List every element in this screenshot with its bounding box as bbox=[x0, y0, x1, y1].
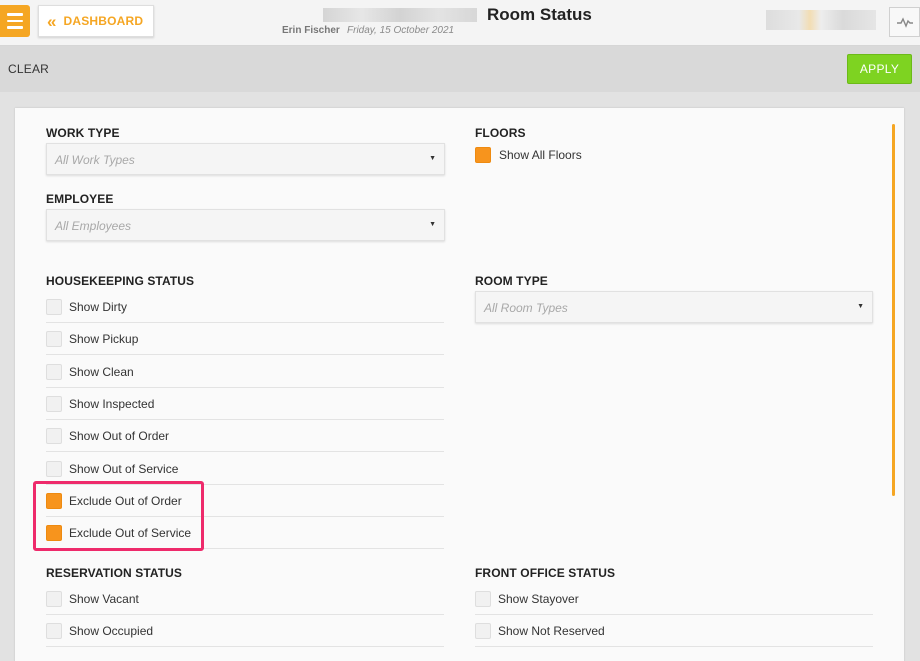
employee-value: All Employees bbox=[55, 219, 132, 233]
page-title: Room Status bbox=[487, 5, 592, 24]
checkbox-label: Show Inspected bbox=[69, 396, 155, 411]
work-type-value: All Work Types bbox=[55, 153, 135, 167]
checkbox-label: Show Not Reserved bbox=[498, 624, 605, 639]
checkbox-checked-icon bbox=[475, 147, 491, 163]
room-type-label: ROOM TYPE bbox=[475, 274, 548, 288]
show-all-floors-label: Show All Floors bbox=[499, 148, 582, 162]
room-type-select[interactable]: All Room Types ▼ bbox=[475, 291, 873, 323]
checkbox-unchecked-icon bbox=[475, 623, 491, 640]
double-chevron-left-icon: « bbox=[47, 11, 57, 31]
scrollbar-thumb[interactable] bbox=[892, 124, 895, 496]
hamburger-menu-button[interactable] bbox=[0, 5, 30, 37]
checkbox-row[interactable]: Show Vacant bbox=[46, 583, 444, 615]
redacted-user-info bbox=[766, 10, 876, 30]
reservation-status-label: RESERVATION STATUS bbox=[46, 566, 183, 580]
checkbox-row[interactable]: Show Dirty bbox=[46, 291, 444, 323]
checkbox-row[interactable]: Show Inspected bbox=[46, 388, 444, 420]
current-date: Friday, 15 October 2021 bbox=[347, 25, 455, 36]
top-bar: « DASHBOARD Room Status Erin Fischer Fri… bbox=[0, 0, 920, 46]
action-bar: CLEAR APPLY bbox=[0, 46, 920, 92]
housekeeping-status-label: HOUSEKEEPING STATUS bbox=[46, 274, 195, 288]
checkbox-unchecked-icon bbox=[475, 591, 491, 607]
checkbox-unchecked-icon bbox=[46, 299, 62, 315]
checkbox-unchecked-icon bbox=[46, 395, 62, 412]
checkbox-label: Show Pickup bbox=[69, 332, 139, 347]
checkbox-label: Show Vacant bbox=[69, 592, 139, 606]
highlight-box bbox=[33, 481, 204, 551]
front-office-status-label: FRONT OFFICE STATUS bbox=[475, 566, 616, 580]
activity-button[interactable] bbox=[889, 7, 920, 37]
checkbox-unchecked-icon bbox=[46, 363, 62, 380]
employee-label: EMPLOYEE bbox=[46, 192, 114, 206]
caret-down-icon: ▼ bbox=[429, 155, 436, 162]
checkbox-row[interactable]: Show Clean bbox=[46, 356, 444, 388]
caret-down-icon: ▼ bbox=[429, 221, 436, 228]
work-type-label: WORK TYPE bbox=[46, 126, 120, 140]
checkbox-unchecked-icon bbox=[46, 428, 62, 445]
activity-icon bbox=[896, 17, 913, 28]
checkbox-label: Show Out of Order bbox=[69, 429, 170, 444]
dashboard-button-label: DASHBOARD bbox=[63, 14, 144, 28]
room-type-value: All Room Types bbox=[484, 301, 568, 315]
work-type-select[interactable]: All Work Types ▼ bbox=[46, 143, 445, 175]
user-name: Erin Fischer bbox=[282, 25, 340, 36]
apply-button[interactable]: APPLY bbox=[847, 54, 912, 84]
checkbox-label: Show Out of Service bbox=[69, 461, 179, 476]
checkbox-label: Show Occupied bbox=[69, 624, 154, 639]
checkbox-row[interactable]: Show Out of Service bbox=[46, 453, 444, 485]
checkbox-unchecked-icon bbox=[46, 460, 62, 477]
checkbox-row[interactable]: Show Out of Order bbox=[46, 420, 444, 453]
checkbox-label: Show Stayover bbox=[498, 592, 579, 606]
redacted-hotel-name bbox=[323, 8, 477, 22]
dashboard-button[interactable]: « DASHBOARD bbox=[38, 5, 154, 37]
checkbox-unchecked-icon bbox=[46, 591, 62, 607]
checkbox-label: Show Dirty bbox=[69, 300, 128, 314]
checkbox-unchecked-icon bbox=[46, 623, 62, 640]
floors-label: FLOORS bbox=[475, 126, 526, 140]
menu-icon bbox=[7, 13, 23, 16]
checkbox-row[interactable]: Show Stayover bbox=[475, 583, 873, 615]
checkbox-row[interactable]: Show Occupied bbox=[46, 615, 444, 648]
checkbox-unchecked-icon bbox=[46, 331, 62, 348]
employee-select[interactable]: All Employees ▼ bbox=[46, 209, 445, 241]
checkbox-label: Show Clean bbox=[69, 364, 134, 379]
caret-down-icon: ▼ bbox=[857, 303, 864, 310]
checkbox-row[interactable]: Show Pickup bbox=[46, 323, 444, 356]
checkbox-row[interactable]: Show Not Reserved bbox=[475, 615, 873, 648]
clear-button[interactable]: CLEAR bbox=[8, 62, 49, 76]
